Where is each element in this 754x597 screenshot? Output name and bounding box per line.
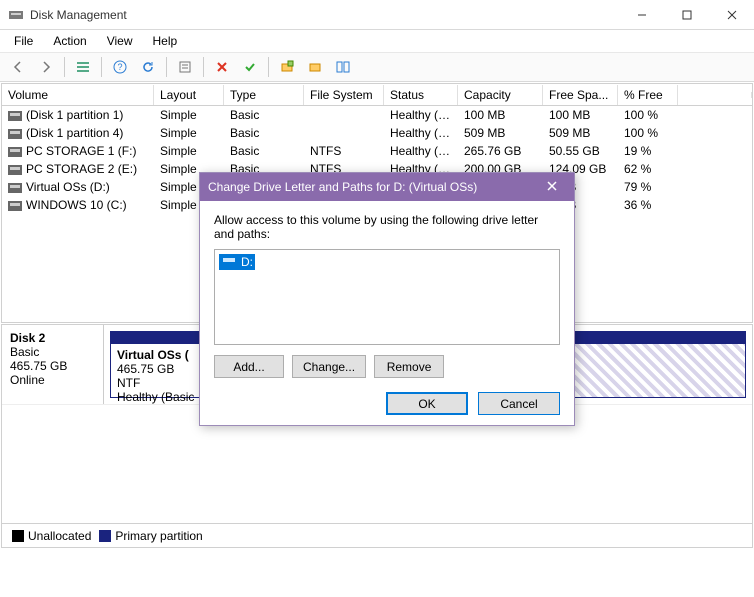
drive-icon [8, 165, 22, 175]
minimize-button[interactable] [619, 0, 664, 29]
legend-primary: Primary partition [115, 529, 202, 543]
help-icon[interactable]: ? [108, 55, 132, 79]
disk-size: 465.75 GB [10, 359, 95, 373]
partition-name: Virtual OSs ( [117, 348, 195, 362]
disk-info: Disk 2 Basic 465.75 GB Online [2, 325, 104, 404]
drive-path-list[interactable]: D: [214, 249, 560, 345]
col-volume[interactable]: Volume [2, 85, 154, 105]
menubar: File Action View Help [0, 30, 754, 52]
col-freespace[interactable]: Free Spa... [543, 85, 618, 105]
dialog-titlebar[interactable]: Change Drive Letter and Paths for D: (Vi… [200, 173, 574, 201]
swatch-primary-icon [99, 530, 111, 542]
drive-icon [221, 256, 237, 268]
new-partition-icon[interactable] [275, 55, 299, 79]
layout-icon[interactable] [331, 55, 355, 79]
menu-help[interactable]: Help [145, 32, 186, 50]
titlebar: Disk Management [0, 0, 754, 30]
legend-unallocated: Unallocated [28, 529, 91, 543]
refresh-icon[interactable] [136, 55, 160, 79]
change-button[interactable]: Change... [292, 355, 366, 378]
drive-icon [8, 201, 22, 211]
disk-name: Disk 2 [10, 331, 95, 345]
forward-button[interactable] [34, 55, 58, 79]
change-drive-letter-dialog: Change Drive Letter and Paths for D: (Vi… [199, 172, 575, 426]
dialog-instruction: Allow access to this volume by using the… [214, 213, 560, 241]
col-status[interactable]: Status [384, 85, 458, 105]
disk-management-icon [8, 7, 24, 23]
disk-type: Basic [10, 345, 95, 359]
disk-status: Online [10, 373, 95, 387]
table-row[interactable]: PC STORAGE 1 (F:)SimpleBasicNTFSHealthy … [2, 142, 752, 160]
col-spacer [678, 92, 752, 98]
cancel-button[interactable]: Cancel [478, 392, 560, 415]
drive-icon [8, 183, 22, 193]
toolbar: ? [0, 52, 754, 82]
swatch-unallocated-icon [12, 530, 24, 542]
col-type[interactable]: Type [224, 85, 304, 105]
col-pctfree[interactable]: % Free [618, 85, 678, 105]
ok-button[interactable]: OK [386, 392, 468, 415]
maximize-button[interactable] [664, 0, 709, 29]
drive-icon [8, 129, 22, 139]
table-row[interactable]: (Disk 1 partition 4)SimpleBasicHealthy (… [2, 124, 752, 142]
partition-virtual-oss[interactable]: Virtual OSs ( 465.75 GB NTF Healthy (Bas… [110, 331, 202, 398]
check-icon[interactable] [238, 55, 262, 79]
partition-health: Healthy (Basic [117, 390, 195, 404]
drive-path-item-selected[interactable]: D: [219, 254, 255, 270]
window-title: Disk Management [30, 8, 619, 22]
svg-text:?: ? [117, 62, 122, 72]
volume-header-row: Volume Layout Type File System Status Ca… [2, 84, 752, 106]
delete-icon[interactable] [210, 55, 234, 79]
drive-icon [8, 147, 22, 157]
legend: Unallocated Primary partition [2, 523, 752, 547]
col-layout[interactable]: Layout [154, 85, 224, 105]
menu-action[interactable]: Action [45, 32, 94, 50]
table-row[interactable]: (Disk 1 partition 1)SimpleBasicHealthy (… [2, 106, 752, 124]
col-filesystem[interactable]: File System [304, 85, 384, 105]
menu-view[interactable]: View [99, 32, 141, 50]
partition-size: 465.75 GB NTF [117, 362, 195, 390]
remove-button[interactable]: Remove [374, 355, 444, 378]
settings-icon[interactable] [303, 55, 327, 79]
properties-icon[interactable] [173, 55, 197, 79]
back-button[interactable] [6, 55, 30, 79]
drive-letter-label: D: [241, 255, 253, 269]
dialog-close-button[interactable] [538, 179, 566, 195]
dialog-title: Change Drive Letter and Paths for D: (Vi… [208, 180, 538, 194]
col-capacity[interactable]: Capacity [458, 85, 543, 105]
add-button[interactable]: Add... [214, 355, 284, 378]
drive-icon [8, 111, 22, 121]
close-button[interactable] [709, 0, 754, 29]
menu-file[interactable]: File [6, 32, 41, 50]
view-list-icon[interactable] [71, 55, 95, 79]
